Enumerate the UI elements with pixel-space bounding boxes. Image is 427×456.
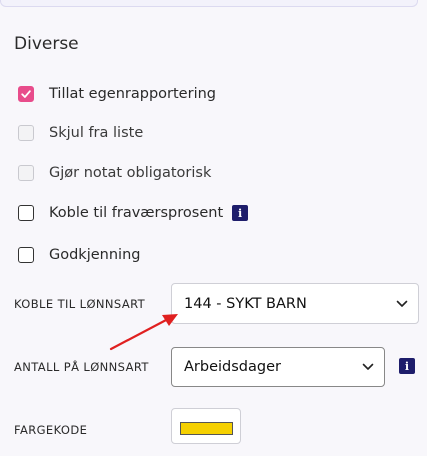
checkbox-disabled[interactable] <box>18 165 34 181</box>
checkbox-label: Godkjenning <box>49 247 141 263</box>
checkbox-label: Koble til fraværsprosent <box>49 205 224 221</box>
checkbox[interactable] <box>18 247 34 263</box>
checkbox-row-egenrapportering[interactable]: Tillat egenrapportering <box>18 86 216 102</box>
checkbox-row-skjul[interactable]: Skjul fra liste <box>18 125 143 141</box>
color-picker[interactable] <box>171 408 241 444</box>
lonnsart-select-value: 144 - SYKT BARN <box>184 295 307 312</box>
top-card-edge <box>0 0 418 7</box>
chevron-down-icon <box>396 300 408 307</box>
checkbox-label: Skjul fra liste <box>49 125 144 141</box>
checkbox-row-godkjenning[interactable]: Godkjenning <box>18 247 140 263</box>
checkbox-row-fravaer[interactable]: Koble til fraværsprosent i <box>18 205 249 221</box>
checkbox-disabled[interactable] <box>18 125 34 141</box>
antall-select-value: Arbeidsdager <box>184 359 281 375</box>
checkmark-icon <box>21 90 31 98</box>
checkbox-row-notat[interactable]: Gjør notat obligatorisk <box>18 165 211 181</box>
lonnsart-select[interactable]: 144 - SYKT BARN <box>171 283 419 324</box>
checkbox[interactable] <box>18 205 34 221</box>
chevron-down-icon <box>362 363 374 370</box>
antall-label: ANTALL PÅ LØNNSART <box>14 360 149 374</box>
antall-select[interactable]: Arbeidsdager <box>171 347 385 387</box>
info-icon[interactable]: i <box>232 205 249 221</box>
checkbox-checked[interactable] <box>18 86 34 102</box>
checkbox-label: Gjør notat obligatorisk <box>49 165 212 181</box>
checkbox-label: Tillat egenrapportering <box>49 86 216 102</box>
color-swatch <box>180 422 233 435</box>
info-icon[interactable]: i <box>399 358 415 374</box>
section-title: Diverse <box>14 34 79 54</box>
fargekode-label: FARGEKODE <box>14 423 88 437</box>
